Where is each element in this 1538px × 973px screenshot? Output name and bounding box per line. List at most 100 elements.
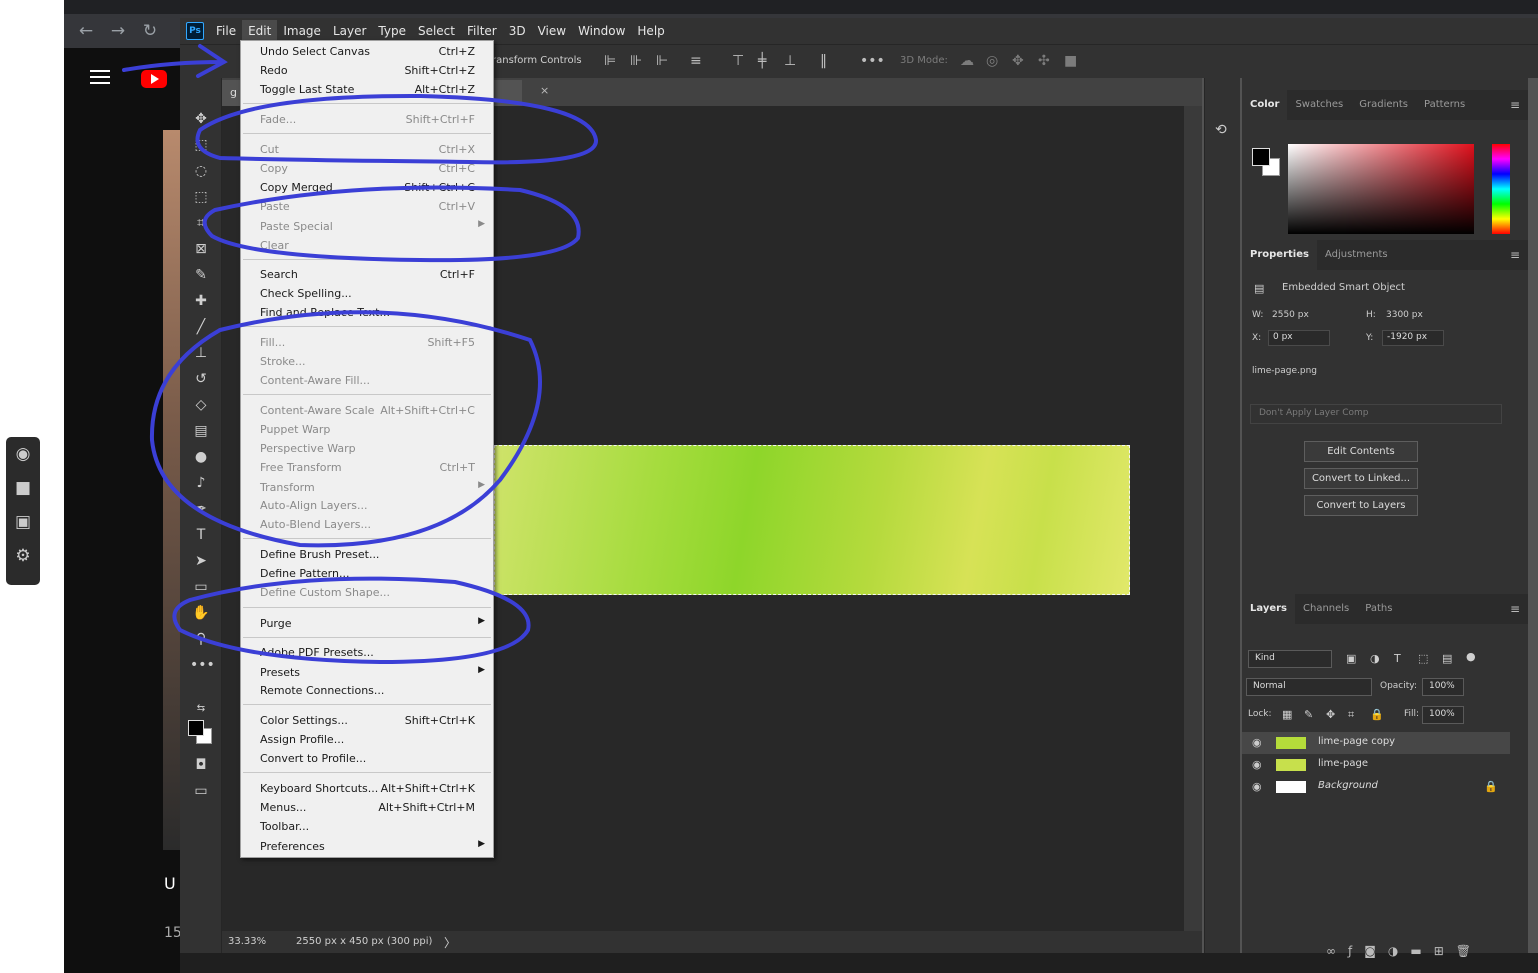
menu-item-adobe-pdf-presets[interactable]: Adobe PDF Presets... <box>241 644 493 663</box>
y-position-input[interactable]: -1920 px <box>1382 330 1444 346</box>
edit-toolbar-icon[interactable]: ••• <box>190 654 215 676</box>
lime-watercolor-image[interactable] <box>494 445 1130 595</box>
layer-row[interactable]: ◉ lime-page <box>1242 754 1510 776</box>
new-group-icon[interactable]: ▬ <box>1410 944 1433 958</box>
back-icon[interactable]: ← <box>76 22 96 40</box>
menu-item-puppet-warp[interactable]: Puppet Warp <box>241 421 493 440</box>
menu-item-remote-connections[interactable]: Remote Connections... <box>241 682 493 701</box>
layer-name[interactable]: Background <box>1318 780 1378 791</box>
image-icon[interactable]: ▣ <box>6 505 40 539</box>
foreground-color-swatch[interactable] <box>188 720 204 736</box>
menu-item-copy-merged[interactable]: Copy Merged Shift+Ctrl+C <box>241 179 493 198</box>
menu-item-find-replace[interactable]: Find and Replace Text... <box>241 304 493 323</box>
frame-tool-icon[interactable]: ⊠ <box>190 238 212 260</box>
menu-item-paste-special[interactable]: Paste Special ▶ <box>241 218 493 237</box>
menu-item-toolbar[interactable]: Toolbar... <box>241 818 493 837</box>
video-camera-icon[interactable]: ■ <box>6 471 40 505</box>
menu-item-cut[interactable]: Cut Ctrl+X <box>241 141 493 160</box>
menu-layer[interactable]: Layer <box>327 20 372 42</box>
lock-artboard-icon[interactable]: ⌗ <box>1348 708 1354 722</box>
menu-image[interactable]: Image <box>277 20 327 42</box>
filter-shape-icon[interactable]: ⬚ <box>1418 652 1428 665</box>
clone-stamp-tool-icon[interactable]: ⊥ <box>190 342 212 364</box>
tab-gradients[interactable]: Gradients <box>1351 90 1416 120</box>
menu-item-fill[interactable]: Fill... Shift+F5 <box>241 334 493 353</box>
menu-edit[interactable]: Edit <box>242 20 278 42</box>
menu-item-search[interactable]: Search Ctrl+F <box>241 266 493 285</box>
lock-all-icon[interactable]: 🔒 <box>1370 708 1384 721</box>
menu-item-preferences[interactable]: Preferences ▶ <box>241 838 493 857</box>
more-options-icon[interactable]: ••• <box>860 53 885 69</box>
menu-window[interactable]: Window <box>572 20 631 42</box>
new-layer-icon[interactable]: ⊞ <box>1434 944 1456 958</box>
filter-smart-object-icon[interactable]: ▤ <box>1442 652 1452 665</box>
hue-slider[interactable] <box>1492 144 1510 234</box>
photoshop-logo-icon[interactable]: Ps <box>186 22 204 40</box>
menu-item-transform[interactable]: Transform ▶ <box>241 479 493 498</box>
menu-item-perspective-warp[interactable]: Perspective Warp <box>241 440 493 459</box>
menu-type[interactable]: Type <box>372 20 412 42</box>
eye-visibility-icon[interactable]: ◉ <box>1252 736 1262 749</box>
eyedropper-tool-icon[interactable]: ✎ <box>190 264 212 286</box>
eye-visibility-icon[interactable]: ◉ <box>1252 758 1262 771</box>
lock-icon[interactable]: 🔒 <box>1484 780 1498 793</box>
gradient-tool-icon[interactable]: ▤ <box>190 420 212 442</box>
hand-tool-icon[interactable]: ✋ <box>190 602 212 624</box>
reload-icon[interactable]: ↻ <box>140 22 160 40</box>
menu-item-keyboard-shortcuts[interactable]: Keyboard Shortcuts... Alt+Shift+Ctrl+K <box>241 780 493 799</box>
menu-view[interactable]: View <box>532 20 572 42</box>
hamburger-menu-icon[interactable] <box>90 70 110 86</box>
brush-tool-icon[interactable]: ╱ <box>190 316 212 338</box>
distribute-vertical-icon[interactable]: ‖ <box>820 53 827 69</box>
align-top-icon[interactable]: ⊤ <box>732 53 744 69</box>
path-selection-tool-icon[interactable]: ➤ <box>190 550 212 572</box>
menu-item-assign-profile[interactable]: Assign Profile... <box>241 731 493 750</box>
menu-help[interactable]: Help <box>631 20 670 42</box>
menu-item-paste[interactable]: Paste Ctrl+V <box>241 198 493 217</box>
panel-menu-icon[interactable]: ≡ <box>1510 98 1520 112</box>
crop-tool-icon[interactable]: ⌗ <box>190 212 212 234</box>
close-tab-icon[interactable]: × <box>540 84 549 97</box>
dodge-tool-icon[interactable]: ♪ <box>190 472 212 494</box>
marquee-tool-icon[interactable]: ⬚ <box>190 134 212 156</box>
align-center-icon[interactable]: ⊪ <box>630 53 642 69</box>
layer-name[interactable]: lime-page copy <box>1318 736 1395 747</box>
color-picker-field[interactable] <box>1288 144 1474 234</box>
camera-icon[interactable]: ◉ <box>6 437 40 471</box>
color-panel-foreground-swatch[interactable] <box>1252 148 1270 166</box>
zoom-level[interactable]: 33.33% <box>228 936 266 947</box>
align-right-icon[interactable]: ⊩ <box>656 53 668 69</box>
tab-color[interactable]: Color <box>1242 90 1288 120</box>
menu-item-presets[interactable]: Presets ▶ <box>241 664 493 683</box>
lock-pixels-icon[interactable]: ✎ <box>1304 708 1313 721</box>
align-bottom-icon[interactable]: ⊥ <box>784 53 796 69</box>
lock-transparent-icon[interactable]: ▦ <box>1282 708 1292 721</box>
adjustment-layer-icon[interactable]: ◑ <box>1388 944 1410 958</box>
tab-properties[interactable]: Properties <box>1242 240 1317 270</box>
rectangle-tool-icon[interactable]: ▭ <box>190 576 212 598</box>
lock-position-icon[interactable]: ✥ <box>1326 708 1335 721</box>
lasso-tool-icon[interactable]: ◌ <box>190 160 212 182</box>
tab-channels[interactable]: Channels <box>1295 594 1357 624</box>
menu-item-stroke[interactable]: Stroke... <box>241 353 493 372</box>
menu-item-fade[interactable]: Fade... Shift+Ctrl+F <box>241 111 493 130</box>
blend-mode-select[interactable]: Normal <box>1246 678 1372 696</box>
delete-layer-icon[interactable]: 🗑 <box>1456 944 1483 958</box>
fx-icon[interactable]: ƒ <box>1348 944 1364 958</box>
tab-adjustments[interactable]: Adjustments <box>1317 240 1396 270</box>
move-tool-icon[interactable]: ✥ <box>190 108 212 130</box>
menu-item-content-aware-scale[interactable]: Content-Aware Scale Alt+Shift+Ctrl+C <box>241 402 493 421</box>
layer-filter-kind[interactable]: Kind <box>1248 650 1332 668</box>
opacity-input[interactable]: 100% <box>1422 678 1464 696</box>
settings-gear-icon[interactable]: ⚙ <box>6 539 40 573</box>
distribute-icon[interactable]: ≡ <box>690 53 702 69</box>
layer-comp-dropdown[interactable]: Don't Apply Layer Comp <box>1250 404 1502 424</box>
status-expand-icon[interactable]: 〉 <box>444 934 456 951</box>
layer-name[interactable]: lime-page <box>1318 758 1368 769</box>
layer-row[interactable]: ◉ lime-page copy <box>1242 732 1510 754</box>
history-icon[interactable]: ⟲ <box>1215 122 1227 138</box>
menu-item-content-aware-fill[interactable]: Content-Aware Fill... <box>241 372 493 391</box>
panel-menu-icon[interactable]: ≡ <box>1510 248 1520 262</box>
youtube-logo-icon[interactable] <box>141 70 167 88</box>
eraser-tool-icon[interactable]: ◇ <box>190 394 212 416</box>
